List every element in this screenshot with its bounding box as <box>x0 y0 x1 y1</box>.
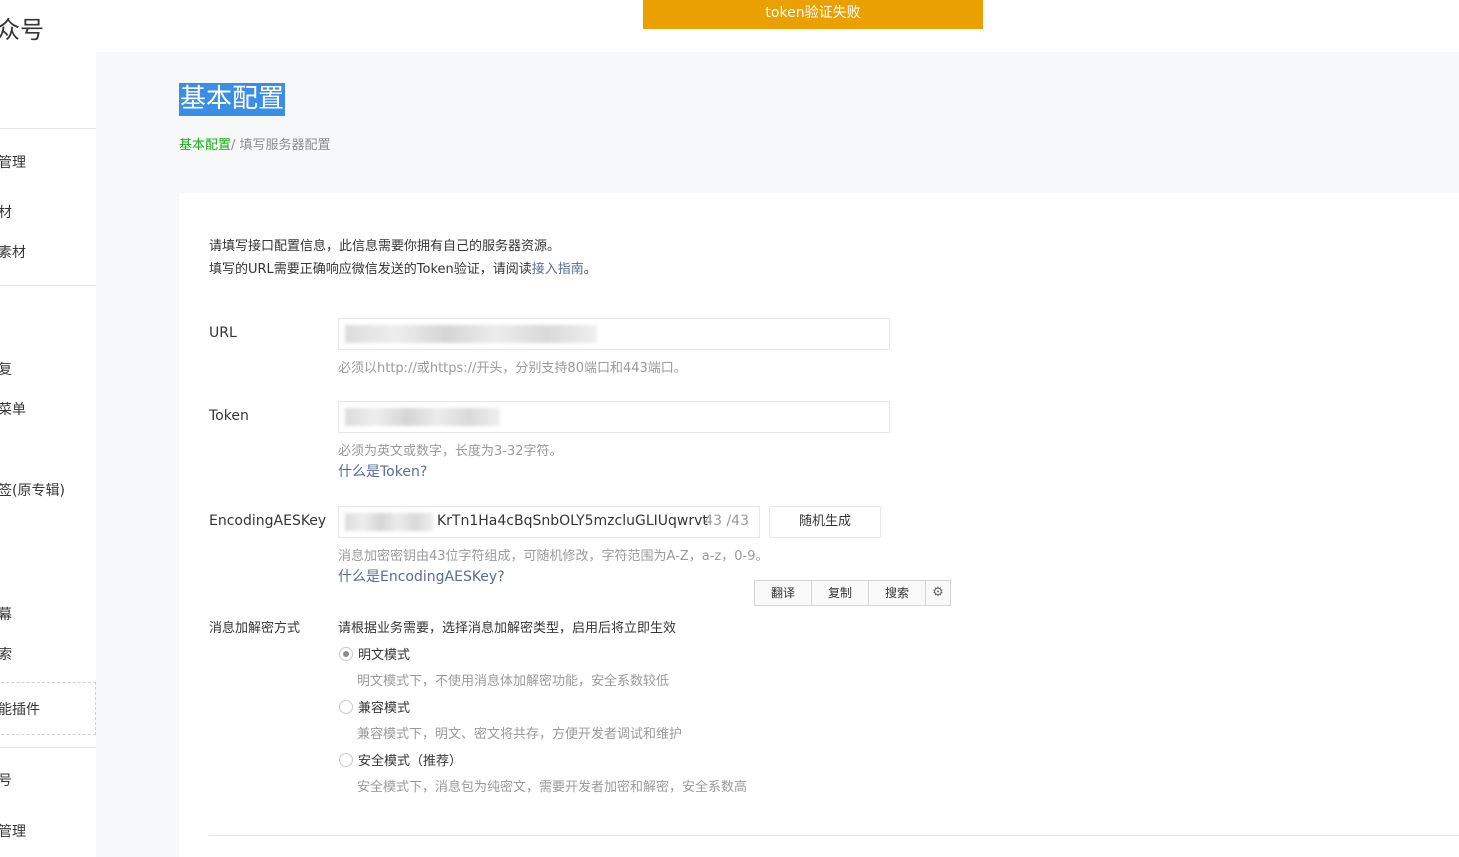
intro-line-2: 填写的URL需要正确响应微信发送的Token验证，请阅读接入指南。 <box>209 258 597 281</box>
plaintext-mode-label: 明文模式 <box>358 648 411 663</box>
intro-line-2-suffix: 。 <box>583 262 597 277</box>
aes-key-hint: 消息加密密钥由43位字符组成，可随机修改，字符范围为A-Z，a-z，0-9。 <box>338 549 769 564</box>
redacted-value <box>345 408 500 426</box>
intro-line-1: 请填写接口配置信息，此信息需要你拥有自己的服务器资源。 <box>209 239 561 254</box>
main-area: 基本配置 基本配置/ 填写服务器配置 请填写接口配置信息，此信息需要你拥有自己的… <box>96 52 1459 857</box>
compatible-mode-option[interactable]: 兼容模式 <box>339 697 410 716</box>
breadcrumb-root[interactable]: 基本配置 <box>179 138 231 153</box>
section-divider <box>209 835 1459 836</box>
sidebar-divider <box>0 747 96 748</box>
url-hint: 必须以http://或https://开头，分别支持80端口和443端口。 <box>338 361 687 376</box>
intro-line-2-prefix: 填写的URL需要正确响应微信发送的Token验证，请阅读 <box>209 262 532 277</box>
translate-button[interactable]: 翻译 <box>755 581 812 605</box>
sidebar-item-plugins[interactable]: 能插件 <box>0 699 40 719</box>
random-generate-button[interactable]: 随机生成 <box>769 506 881 538</box>
sidebar-item[interactable]: 素材 <box>0 242 26 262</box>
selection-toolbar: 翻译 复制 搜索 ⚙ <box>754 580 951 606</box>
compatible-mode-label: 兼容模式 <box>358 701 411 716</box>
access-guide-link[interactable]: 接入指南 <box>532 262 584 277</box>
url-label: URL <box>209 325 237 341</box>
plaintext-mode-desc: 明文模式下，不使用消息体加解密功能，安全系数较低 <box>357 674 670 689</box>
sidebar: 管理 材 素材 复 菜单 签(原专辑) 幕 索 能插件 号 管理 <box>0 52 96 857</box>
sidebar-item[interactable]: 管理 <box>0 152 26 172</box>
sidebar-item[interactable]: 索 <box>0 644 12 664</box>
radio-unchecked-icon[interactable] <box>339 752 353 767</box>
sidebar-item[interactable]: 菜单 <box>0 399 26 419</box>
sidebar-item[interactable]: 管理 <box>0 821 26 841</box>
aes-key-value: KrTn1Ha4cBqSnbOLY5mzcluGLIUqwrvt <box>437 513 708 529</box>
token-label: Token <box>209 408 249 424</box>
what-is-token-link[interactable]: 什么是Token? <box>338 461 427 481</box>
encryption-mode-prompt: 请根据业务需要，选择消息加解密类型，启用后将立即生效 <box>338 621 677 636</box>
brand-title: 众号 <box>0 16 44 44</box>
search-button[interactable]: 搜索 <box>869 581 926 605</box>
url-input[interactable] <box>338 318 890 350</box>
sidebar-item[interactable]: 签(原专辑) <box>0 480 65 500</box>
error-toast: token验证失败 <box>643 0 983 29</box>
encryption-mode-label: 消息加解密方式 <box>209 621 301 636</box>
breadcrumb-separator: / <box>231 138 240 153</box>
aes-key-input[interactable]: KrTn1Ha4cBqSnbOLY5mzcluGLIUqwrvt 43 /43 <box>338 506 760 538</box>
aes-key-char-count: 43 /43 <box>704 513 749 529</box>
page-title: 基本配置 <box>179 83 286 116</box>
what-is-aes-key-link[interactable]: 什么是EncodingAESKey? <box>338 566 505 586</box>
sidebar-divider <box>0 128 96 129</box>
token-input[interactable] <box>338 401 890 433</box>
intro-text: 请填写接口配置信息，此信息需要你拥有自己的服务器资源。 填写的URL需要正确响应… <box>209 235 597 281</box>
redacted-value <box>345 325 597 343</box>
copy-button[interactable]: 复制 <box>812 581 869 605</box>
breadcrumb: 基本配置/ 填写服务器配置 <box>179 134 331 153</box>
config-panel: 请填写接口配置信息，此信息需要你拥有自己的服务器资源。 填写的URL需要正确响应… <box>179 193 1459 857</box>
aes-key-label: EncodingAESKey <box>209 513 327 529</box>
token-hint: 必须为英文或数字，长度为3-32字符。 <box>338 444 563 459</box>
breadcrumb-current: 填写服务器配置 <box>239 138 331 153</box>
plaintext-mode-option[interactable]: 明文模式 <box>339 644 410 663</box>
redacted-value <box>345 513 433 531</box>
sidebar-divider <box>0 285 96 286</box>
sidebar-item[interactable]: 幕 <box>0 604 12 624</box>
radio-checked-icon[interactable] <box>339 646 353 661</box>
radio-unchecked-icon[interactable] <box>339 699 353 714</box>
sidebar-item[interactable]: 复 <box>0 359 12 379</box>
secure-mode-desc: 安全模式下，消息包为纯密文，需要开发者加密和解密，安全系数高 <box>357 780 748 795</box>
secure-mode-label: 安全模式（推荐） <box>358 754 463 769</box>
gear-icon[interactable]: ⚙ <box>926 581 950 605</box>
secure-mode-option[interactable]: 安全模式（推荐） <box>339 750 462 769</box>
compatible-mode-desc: 兼容模式下，明文、密文将共存，方便开发者调试和维护 <box>357 727 683 742</box>
sidebar-item[interactable]: 材 <box>0 202 12 222</box>
sidebar-item[interactable]: 号 <box>0 770 12 790</box>
